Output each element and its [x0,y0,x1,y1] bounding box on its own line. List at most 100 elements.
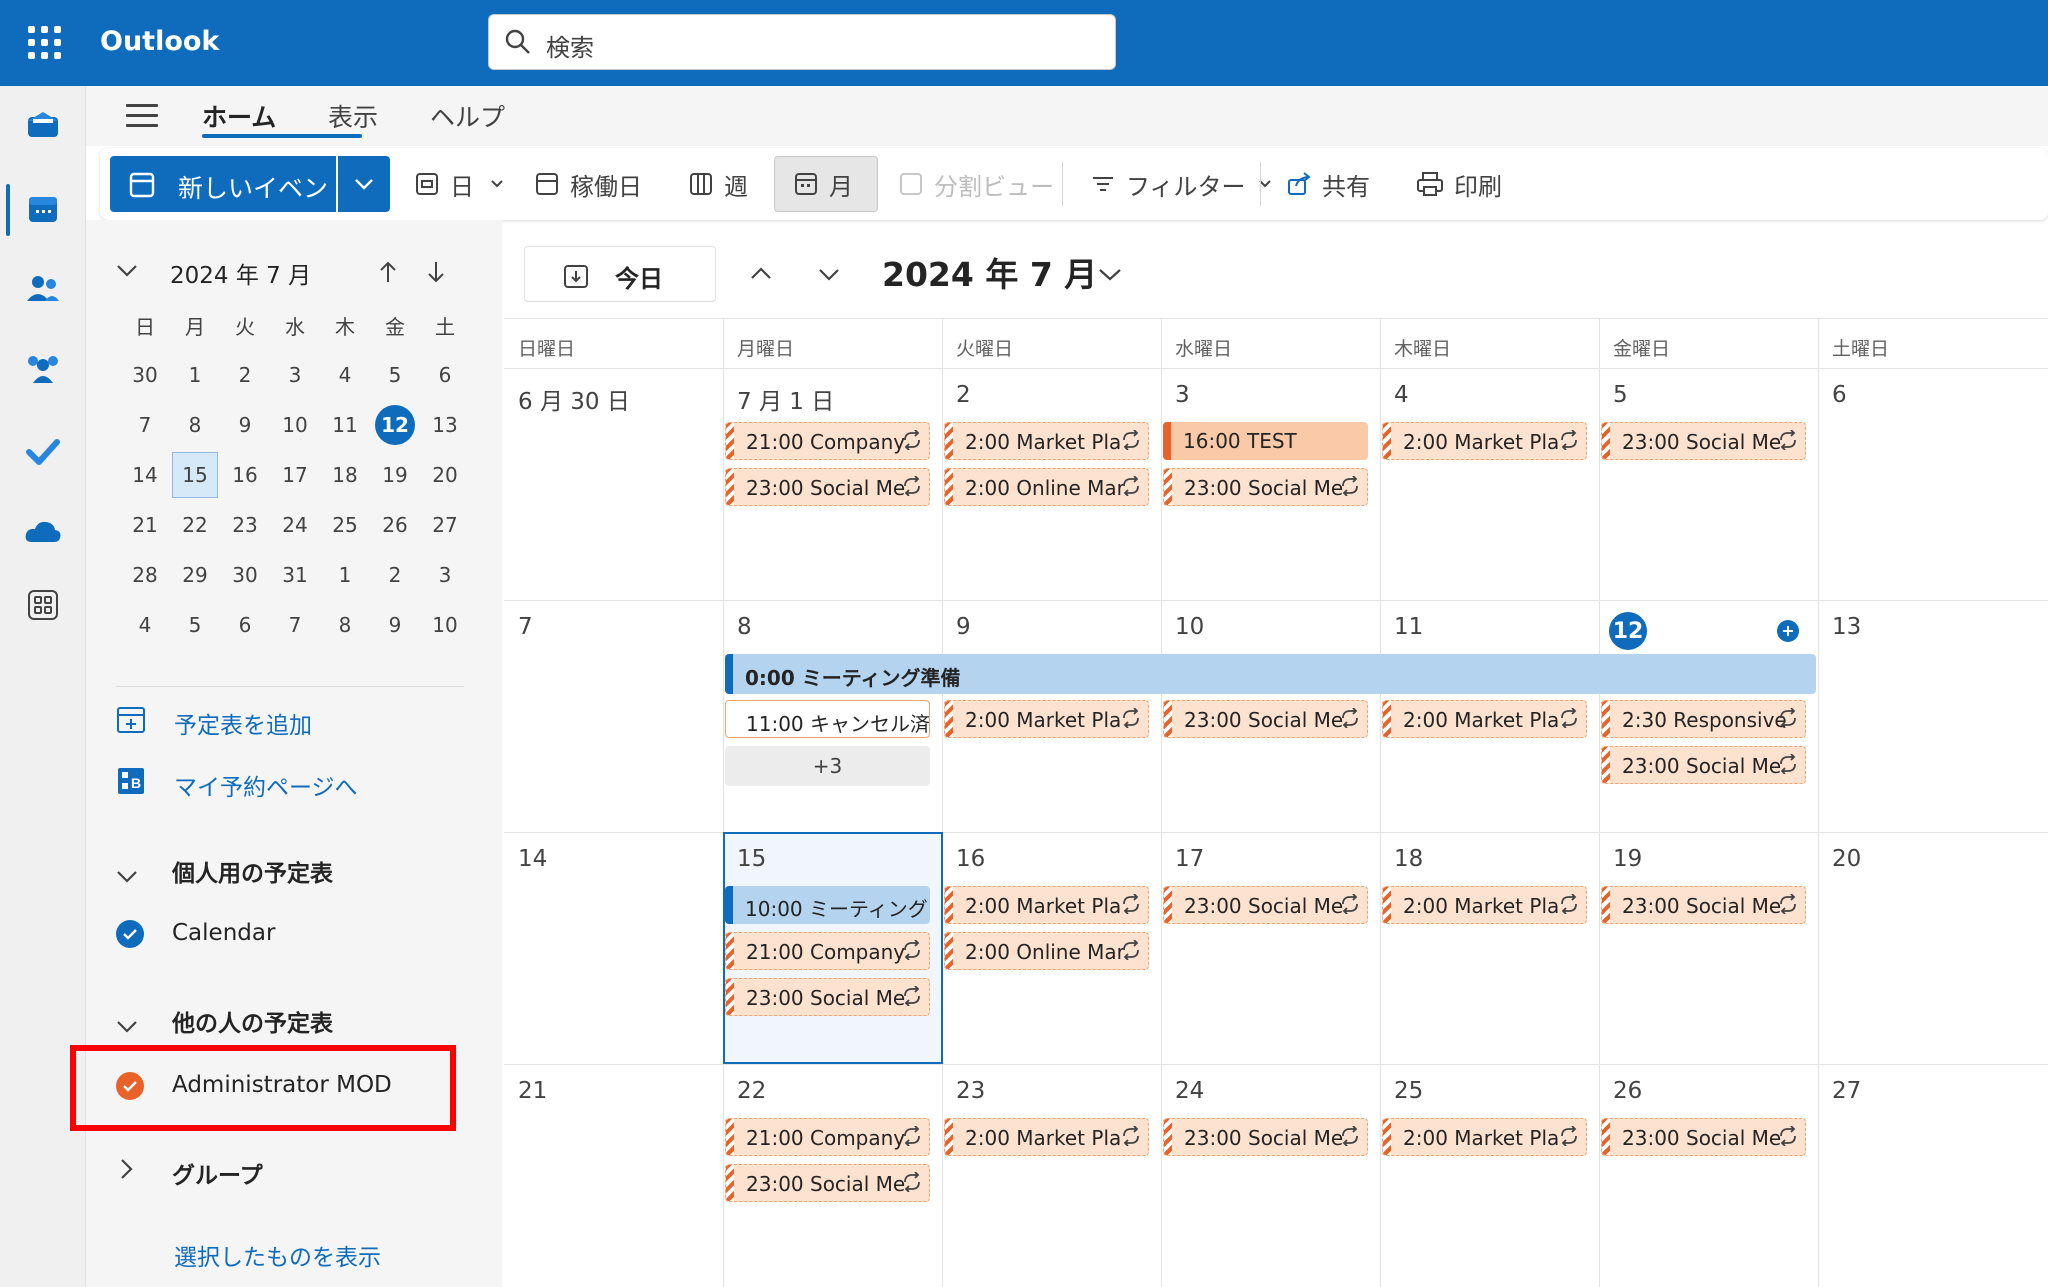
my-calendars-heading[interactable]: 個人用の予定表 [172,854,333,888]
show-selected-link[interactable]: 選択したものを表示 [174,1238,381,1272]
mini-calendar-day[interactable]: 3 [272,352,318,398]
mini-calendar-day[interactable]: 27 [422,502,468,548]
more-events-button[interactable]: +3 [725,746,930,786]
mini-calendar-day[interactable]: 10 [272,402,318,448]
mini-calendar-day[interactable]: 2 [372,552,418,598]
app-launcher-icon[interactable] [28,26,62,60]
mini-calendar-day[interactable]: 9 [222,402,268,448]
mini-calendar-day[interactable]: 28 [122,552,168,598]
view-day-button[interactable]: 日 [414,164,514,204]
day-number[interactable]: 7 月 1 日 [737,382,834,416]
mini-calendar-day[interactable]: 5 [172,602,218,648]
day-number[interactable]: 9 [956,614,971,640]
mini-calendar-day[interactable]: 31 [272,552,318,598]
day-number[interactable]: 2 [956,382,971,408]
day-number[interactable]: 19 [1613,846,1642,872]
calendar-event[interactable]: 23:00 Social Me [1601,1118,1806,1156]
groups-icon[interactable] [18,344,68,394]
mini-calendar-day[interactable]: 19 [372,452,418,498]
view-month-button[interactable]: 月 [774,156,878,212]
calendar-event[interactable]: 23:00 Social Me [1163,700,1368,738]
calendar-event[interactable]: 21:00 Company [725,932,930,970]
calendar-item-label[interactable]: Calendar [172,920,275,946]
mini-calendar-day[interactable]: 23 [222,502,268,548]
mini-calendar-day[interactable]: 4 [122,602,168,648]
calendar-event[interactable]: 23:00 Social Me [1163,1118,1368,1156]
admin-calendar-label[interactable]: Administrator MOD [172,1072,392,1098]
mini-calendar-day[interactable]: 20 [422,452,468,498]
chevron-down-icon[interactable] [116,870,138,884]
mini-calendar-day[interactable]: 5 [372,352,418,398]
calendar-event[interactable]: 16:00 TEST [1163,422,1368,460]
onedrive-icon[interactable] [18,506,68,556]
calendar-event[interactable]: 23:00 Social Me [1601,422,1806,460]
people-icon[interactable] [18,264,68,314]
tab-help[interactable]: ヘルプ [430,98,505,134]
day-number[interactable]: 22 [737,1078,766,1104]
mini-calendar-day[interactable]: 25 [322,502,368,548]
new-event-dropdown[interactable] [338,156,390,212]
calendar-event[interactable]: 10:00 ミーティング [725,886,930,924]
chevron-down-icon[interactable] [116,1020,138,1034]
calendar-event[interactable]: 23:00 Social Me [1163,468,1368,506]
arrow-up-icon[interactable] [378,260,398,284]
today-day-number[interactable]: 12 [1609,612,1647,650]
mini-calendar-day[interactable]: 1 [322,552,368,598]
day-number[interactable]: 16 [956,846,985,872]
mini-calendar-day[interactable]: 11 [322,402,368,448]
view-week-button[interactable]: 週 [688,164,748,204]
calendar-event[interactable]: 2:00 Online Mar [944,932,1149,970]
calendar-event[interactable]: 2:30 Responsive [1601,700,1806,738]
mini-calendar-day[interactable]: 7 [122,402,168,448]
calendar-event[interactable]: 11:00 キャンセル済み [725,700,930,738]
calendar-event[interactable]: 21:00 Company [725,422,930,460]
chevron-down-icon[interactable] [818,268,840,282]
calendar-event[interactable]: 2:00 Market Pla [1382,1118,1587,1156]
mini-calendar-day[interactable]: 13 [422,402,468,448]
day-number[interactable]: 4 [1394,382,1409,408]
calendar-event[interactable]: 2:00 Market Pla [944,1118,1149,1156]
day-number[interactable]: 18 [1394,846,1423,872]
calendar-event[interactable]: 21:00 Company [725,1118,930,1156]
mini-calendar-day[interactable]: 1 [172,352,218,398]
mini-calendar-day[interactable]: 21 [122,502,168,548]
mini-calendar-day[interactable]: 3 [422,552,468,598]
groups-heading[interactable]: グループ [172,1156,263,1190]
mini-calendar-day[interactable]: 22 [172,502,218,548]
filter-button[interactable]: フィルター [1090,164,1282,204]
chevron-down-icon[interactable] [1098,268,1122,282]
mini-calendar-day[interactable]: 17 [272,452,318,498]
calendar-event[interactable]: 2:00 Market Pla [944,886,1149,924]
tab-home[interactable]: ホーム [202,98,276,134]
day-number[interactable]: 14 [518,846,547,872]
all-day-event[interactable]: 0:00 ミーティング準備 [725,654,1816,694]
day-number[interactable]: 6 [1832,382,1847,408]
calendar-event[interactable]: 23:00 Social Me [1163,886,1368,924]
day-number[interactable]: 20 [1832,846,1861,872]
calendar-event[interactable]: 23:00 Social Me [725,978,930,1016]
mini-calendar-day[interactable]: 12 [372,402,418,448]
chevron-down-icon[interactable] [116,264,138,278]
day-number[interactable]: 24 [1175,1078,1204,1104]
calendar-checkbox[interactable] [116,920,144,948]
add-calendar-link[interactable]: 予定表を追加 [174,706,312,740]
day-number[interactable]: 27 [1832,1078,1861,1104]
mini-calendar-day[interactable]: 9 [372,602,418,648]
view-workweek-button[interactable]: 稼働日 [534,164,642,204]
calendar-icon[interactable] [18,184,68,234]
mini-calendar-day[interactable]: 6 [422,352,468,398]
mini-calendar-day[interactable]: 8 [322,602,368,648]
mini-calendar-day[interactable]: 7 [272,602,318,648]
calendar-event[interactable]: 2:00 Market Pla [944,700,1149,738]
mini-calendar-day[interactable]: 4 [322,352,368,398]
month-title[interactable]: 2024 年 7 月 [882,248,1097,296]
mini-calendar-day[interactable]: 2 [222,352,268,398]
day-number[interactable]: 21 [518,1078,547,1104]
mini-calendar-day[interactable]: 8 [172,402,218,448]
day-number[interactable]: 15 [737,846,766,872]
mini-calendar-day[interactable]: 26 [372,502,418,548]
tab-view[interactable]: 表示 [328,98,378,134]
mini-calendar-day[interactable]: 30 [122,352,168,398]
day-number[interactable]: 8 [737,614,752,640]
day-number[interactable]: 13 [1832,614,1861,640]
